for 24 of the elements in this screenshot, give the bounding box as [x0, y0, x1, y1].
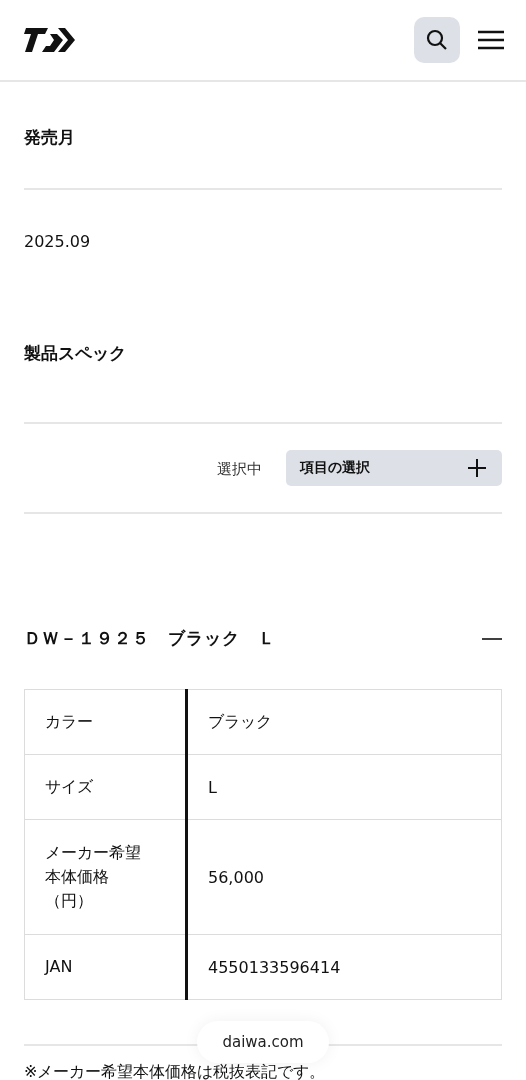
product-title: ＤＷ－１９２５ ブラック Ｌ: [24, 627, 276, 650]
collapse-icon[interactable]: [482, 636, 502, 641]
search-icon: [425, 28, 449, 52]
browser-url-pill[interactable]: daiwa.com: [197, 1021, 329, 1063]
table-cell: 4550133596414: [186, 934, 502, 1000]
table-cell: JAN: [24, 934, 187, 1000]
section-heading: 製品スペック: [24, 342, 127, 365]
footnote: ※メーカー希望本体価格は税抜表記です。: [24, 1062, 327, 1080]
table-cell: ブラック: [186, 689, 502, 755]
table-cell: L: [186, 754, 502, 820]
cell-text-line: 本体価格: [45, 866, 110, 888]
search-button[interactable]: [414, 17, 460, 63]
table-cell: サイズ: [24, 754, 187, 820]
item-select-button[interactable]: 項目の選択: [286, 450, 502, 486]
menu-icon[interactable]: [478, 30, 504, 50]
selection-label: 選択中: [217, 460, 262, 479]
table-cell: 56,000: [186, 819, 502, 935]
logo-icon[interactable]: [24, 26, 76, 54]
cell-text-line: メーカー希望: [45, 842, 142, 864]
cell-text-line: （円）: [45, 890, 94, 912]
plus-icon: [468, 459, 486, 477]
section-heading: 発売月: [24, 126, 76, 149]
release-month-value: 2025.09: [24, 232, 91, 251]
table-cell: カラー: [24, 689, 187, 755]
